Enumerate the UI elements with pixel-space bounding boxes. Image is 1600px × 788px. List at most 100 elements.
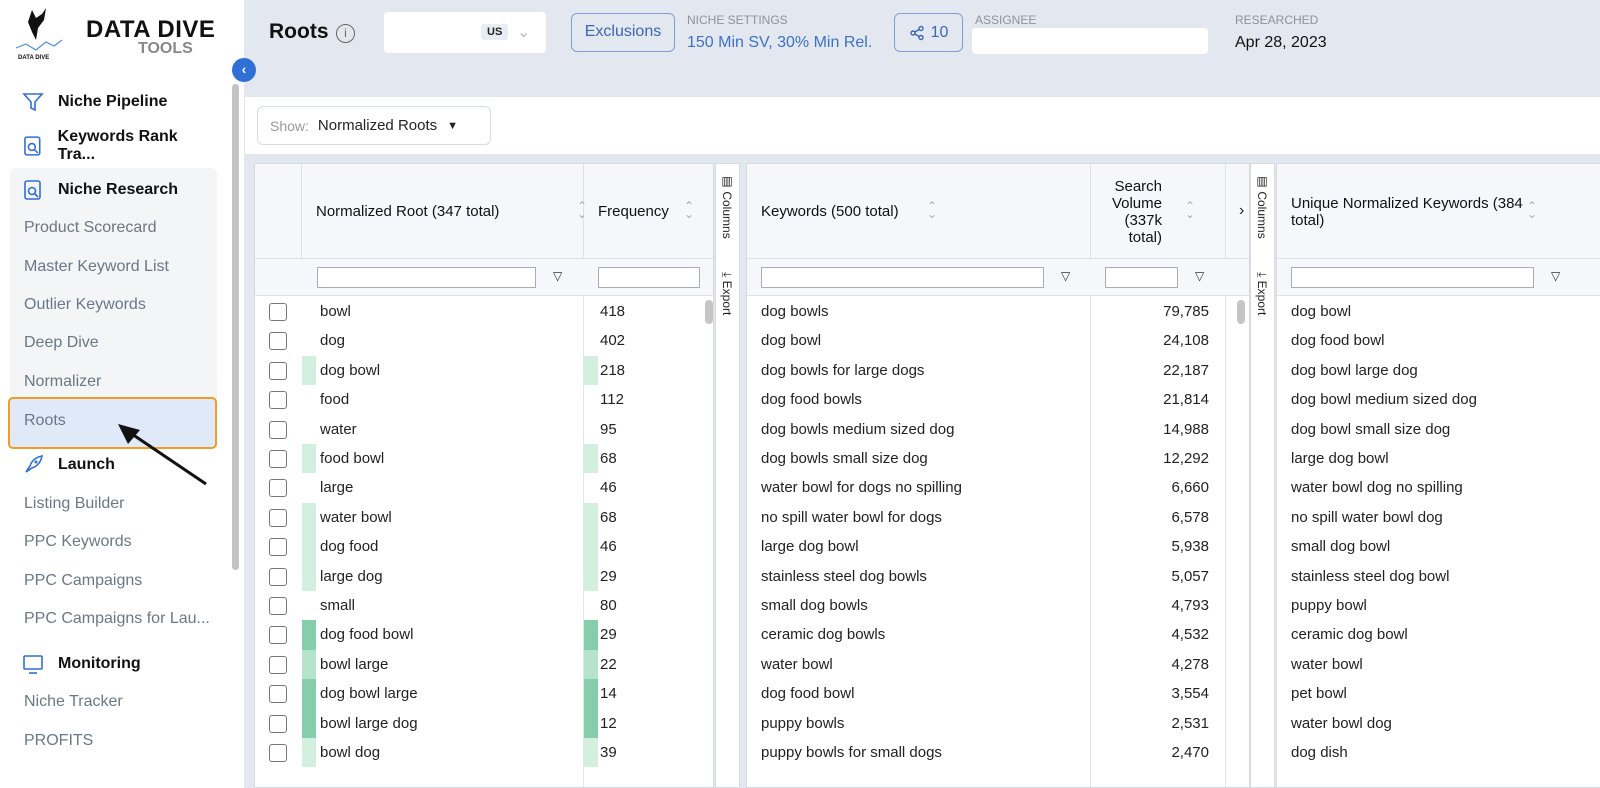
table-row[interactable]: large dog bowl 5,938	[747, 532, 1249, 561]
table-row[interactable]: water bowl for dogs no spilling 6,660	[747, 473, 1249, 502]
row-checkbox[interactable]	[269, 479, 287, 498]
keyword-filter-input[interactable]	[761, 267, 1044, 288]
sidebar-item-master-keyword-list[interactable]: Master Keyword List	[24, 258, 169, 276]
sidebar-item-normalizer[interactable]: Normalizer	[24, 373, 101, 391]
marketplace-select[interactable]: US ⌄	[384, 12, 546, 53]
share-button[interactable]: 10	[894, 13, 963, 52]
info-icon[interactable]: i	[336, 24, 355, 43]
frequency-filter-input[interactable]	[598, 267, 700, 288]
table-row[interactable]: puppy bowls 2,531	[747, 709, 1249, 738]
filter-icon[interactable]: ▽	[1551, 269, 1560, 283]
table-row[interactable]: large 46	[255, 473, 713, 503]
sort-icon[interactable]: ⌃ ⌄	[1527, 200, 1537, 220]
search-volume-filter-input[interactable]	[1105, 267, 1178, 288]
row-checkbox[interactable]	[269, 332, 287, 351]
table-row[interactable]: dog bowls small size dog 12,292	[747, 444, 1249, 473]
col-header-keywords[interactable]: Keywords (500 total) ⌃ ⌄	[747, 164, 1091, 259]
sort-icon[interactable]: ⌃ ⌄	[927, 200, 937, 220]
table-row[interactable]: dog bowl 24,108	[747, 326, 1249, 355]
sort-icon[interactable]: ⌃ ⌄	[1185, 200, 1195, 220]
row-checkbox[interactable]	[269, 714, 287, 733]
table-row[interactable]: large dog bowl	[1277, 444, 1600, 473]
chevron-right-icon[interactable]: ›	[1239, 202, 1244, 220]
table-row[interactable]: water bowl dog no spilling	[1277, 473, 1600, 502]
row-checkbox[interactable]	[269, 685, 287, 704]
table-row[interactable]: dog food bowls 21,814	[747, 385, 1249, 414]
col-header-frequency[interactable]: Frequency ⌃ ⌄	[584, 164, 713, 259]
table-row[interactable]: water bowl 68	[255, 502, 713, 533]
sidebar-group-niche-pipeline[interactable]: Niche Pipeline	[10, 82, 217, 122]
show-dropdown[interactable]: Show: Normalized Roots ▼	[257, 106, 491, 145]
table-row[interactable]: small dog bowl	[1277, 532, 1600, 561]
sidebar-group-monitoring[interactable]: Monitoring	[10, 644, 217, 684]
table-row[interactable]: dog food bowl 3,554	[747, 679, 1249, 708]
columns-panel-button[interactable]: ▥ Columns	[1255, 174, 1269, 239]
table-row[interactable]: small dog bowls 4,793	[747, 591, 1249, 620]
filter-icon[interactable]: ▽	[1195, 269, 1204, 283]
row-checkbox[interactable]	[269, 391, 287, 410]
row-checkbox[interactable]	[269, 655, 287, 674]
table-row[interactable]: bowl dog 39	[255, 738, 713, 768]
sidebar-group-niche-research[interactable]: Niche Research	[10, 170, 217, 210]
row-checkbox[interactable]	[269, 420, 287, 439]
sidebar-item-outlier-keywords[interactable]: Outlier Keywords	[24, 296, 146, 314]
sidebar-item-ppc-campaigns[interactable]: PPC Campaigns	[24, 572, 142, 590]
collapse-sidebar-button[interactable]: ‹	[232, 58, 256, 82]
sidebar-group-keywords-rank-tracker[interactable]: Keywords Rank Tra...	[10, 126, 217, 166]
row-checkbox[interactable]	[269, 508, 287, 527]
export-panel-button[interactable]: ⤓ Export	[1255, 272, 1269, 315]
row-checkbox[interactable]	[269, 361, 287, 380]
table-row[interactable]: dog bowls for large dogs 22,187	[747, 356, 1249, 385]
sidebar-item-deep-dive[interactable]: Deep Dive	[24, 334, 99, 352]
table-row[interactable]: dog bowl 218	[255, 355, 713, 386]
sidebar-item-listing-builder[interactable]: Listing Builder	[24, 495, 125, 513]
table-row[interactable]: dog food 46	[255, 532, 713, 562]
unique-keyword-filter-input[interactable]	[1291, 267, 1534, 288]
table-row[interactable]: dog bowl large 14	[255, 679, 713, 709]
table-row[interactable]: dog bowl medium sized dog	[1277, 385, 1600, 414]
filter-icon[interactable]: ▽	[553, 269, 562, 283]
table-row[interactable]: ceramic dog bowl	[1277, 620, 1600, 649]
sidebar-item-roots[interactable]: Roots	[24, 412, 66, 430]
col-header-normalized-root[interactable]: Normalized Root (347 total) ⌃ ⌄	[302, 164, 587, 259]
table-row[interactable]: no spill water bowl for dogs 6,578	[747, 503, 1249, 532]
sort-icon[interactable]: ⌃ ⌄	[684, 200, 694, 220]
table-row[interactable]: water 95	[255, 414, 713, 444]
root-filter-input[interactable]	[317, 267, 536, 288]
sidebar-item-profits[interactable]: PROFITS	[24, 732, 93, 750]
sidebar-item-ppc-keywords[interactable]: PPC Keywords	[24, 533, 132, 551]
table-row[interactable]: water bowl dog	[1277, 709, 1600, 738]
table-row[interactable]: dog bowl small size dog	[1277, 415, 1600, 444]
table-row[interactable]: pet bowl	[1277, 679, 1600, 708]
logo[interactable]: DATA DIVE DATA DIVE TOOLS	[14, 6, 224, 62]
table-row[interactable]: ceramic dog bowls 4,532	[747, 620, 1249, 649]
niche-settings-link[interactable]: 150 Min SV, 30% Min Rel.	[687, 34, 872, 52]
row-checkbox[interactable]	[269, 597, 287, 615]
export-panel-button[interactable]: ⤓ Export	[720, 272, 734, 315]
table-row[interactable]: dog bowl	[1277, 297, 1600, 326]
table-row[interactable]: dog 402	[255, 326, 713, 356]
assignee-input[interactable]	[972, 28, 1208, 54]
row-checkbox[interactable]	[269, 626, 287, 645]
row-checkbox[interactable]	[269, 303, 287, 321]
table-row[interactable]: dog food bowl 29	[255, 620, 713, 650]
table-row[interactable]: no spill water bowl dog	[1277, 503, 1600, 532]
table-row[interactable]: dog dish	[1277, 738, 1600, 767]
sidebar-item-product-scorecard[interactable]: Product Scorecard	[24, 219, 157, 237]
sidebar-scrollbar[interactable]	[232, 84, 239, 570]
table-row[interactable]: dog food bowl	[1277, 326, 1600, 355]
table-row[interactable]: food 112	[255, 385, 713, 415]
col-header-unique-keywords[interactable]: Unique Normalized Keywords (384 total) ⌃ ⌄	[1277, 164, 1600, 259]
exclusions-button[interactable]: Exclusions	[571, 13, 675, 52]
table-row[interactable]: large dog 29	[255, 561, 713, 591]
table-row[interactable]: small 80	[255, 591, 713, 621]
sidebar-item-niche-tracker[interactable]: Niche Tracker	[24, 693, 123, 711]
table-row[interactable]: bowl 418	[255, 297, 713, 327]
table-row[interactable]: water bowl 4,278	[747, 650, 1249, 679]
table-row[interactable]: bowl large dog 12	[255, 708, 713, 738]
col-header-search-volume[interactable]: Search Volume (337k total) ⌃ ⌄	[1091, 164, 1226, 259]
filter-icon[interactable]: ▽	[1061, 269, 1070, 283]
table-row[interactable]: water bowl	[1277, 650, 1600, 679]
table-row[interactable]: stainless steel dog bowls 5,057	[747, 562, 1249, 591]
table-row[interactable]: dog bowl large dog	[1277, 356, 1600, 385]
